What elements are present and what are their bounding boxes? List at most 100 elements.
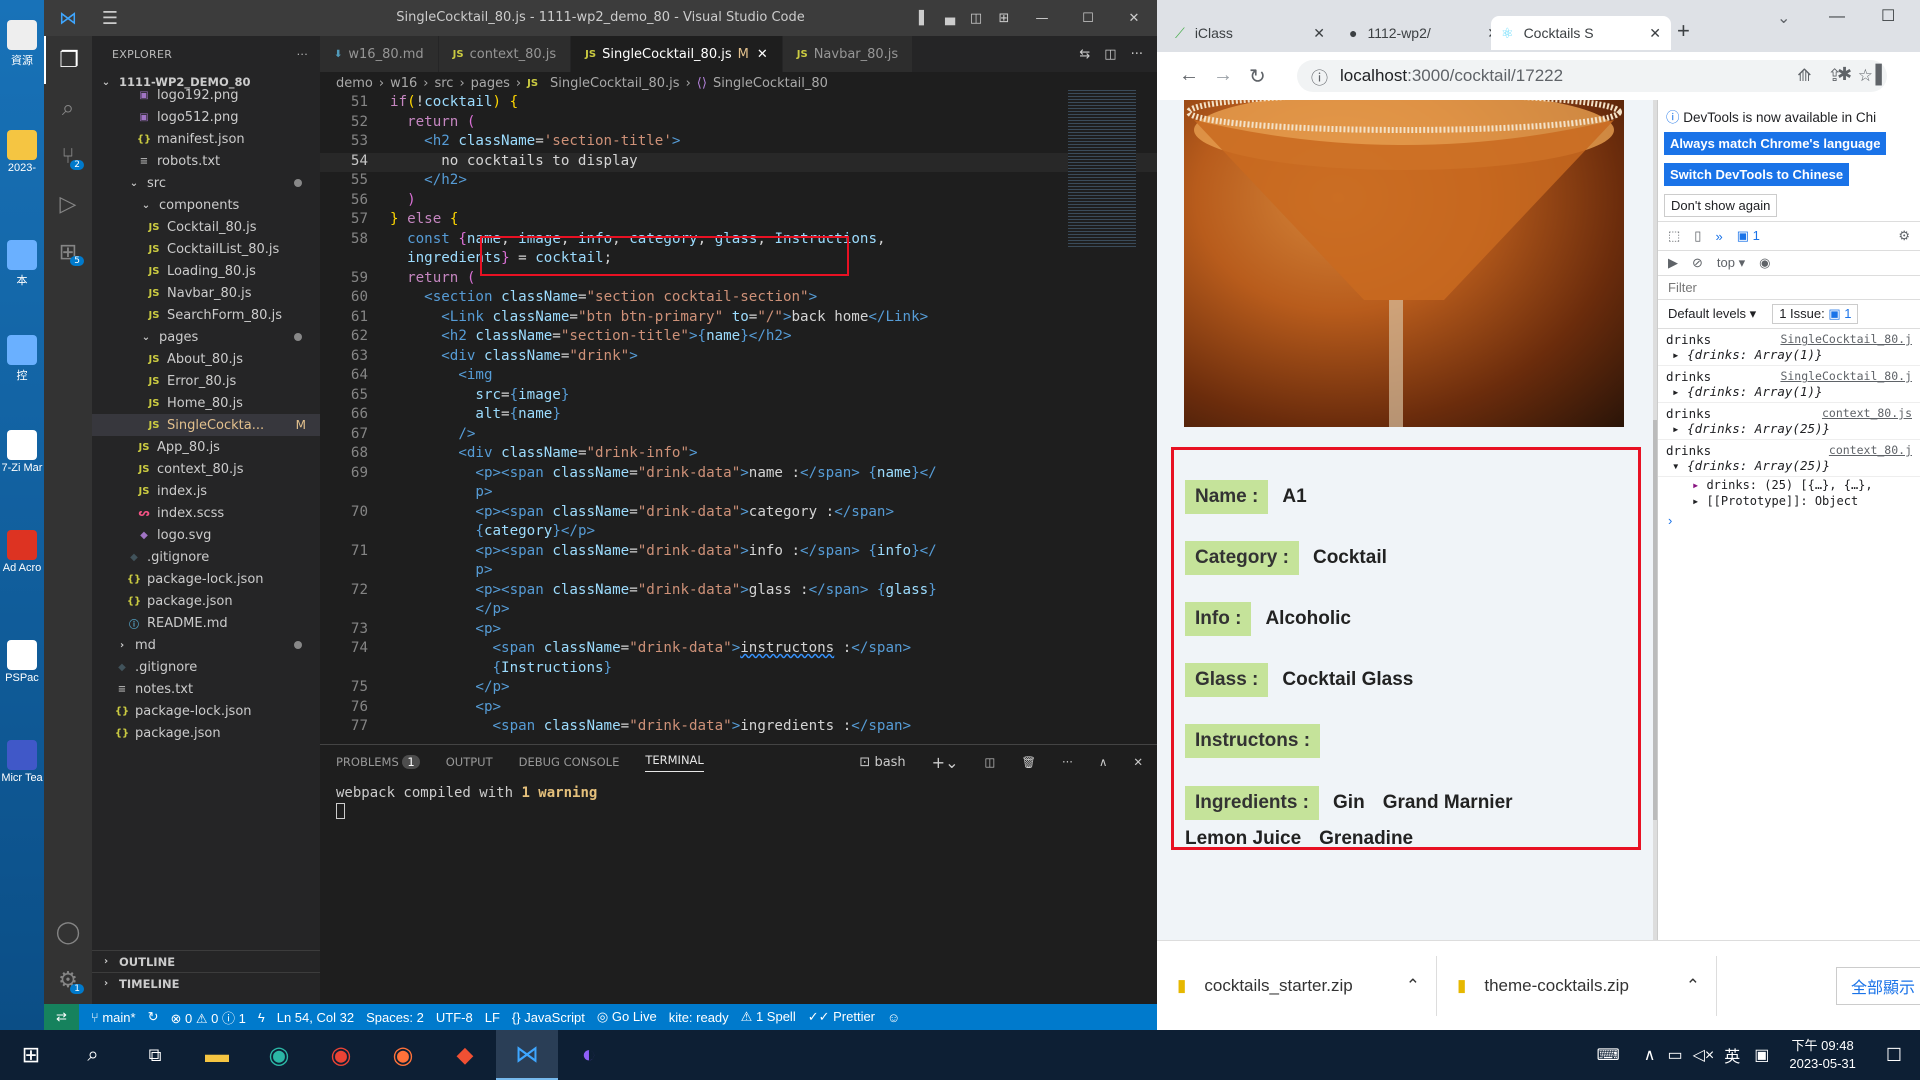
log-source-link[interactable]: context_80.j: [1829, 443, 1912, 458]
keyboard-icon[interactable]: ⌨: [1597, 1045, 1620, 1065]
language-mode[interactable]: {} JavaScript: [512, 1010, 585, 1025]
extensions-icon[interactable]: ✱: [1837, 64, 1852, 85]
ime-indicator[interactable]: 英: [1724, 1043, 1740, 1067]
source-control-icon[interactable]: ⑂ 2: [44, 132, 92, 180]
network-icon[interactable]: ▭: [1667, 1045, 1682, 1065]
breadcrumb-item[interactable]: pages: [471, 76, 510, 91]
close-panel-icon[interactable]: ✕: [1133, 755, 1143, 769]
task-view-icon[interactable]: ⧉: [124, 1030, 186, 1080]
tree-item[interactable]: JS index.js: [92, 480, 320, 502]
breadcrumb-item[interactable]: src: [434, 76, 453, 91]
tree-item[interactable]: JS Loading_80.js: [92, 260, 320, 282]
split-editor-icon[interactable]: ◫: [963, 11, 989, 26]
output-tab[interactable]: OUTPUT: [446, 755, 493, 769]
chevron-up-icon[interactable]: ⌃: [1406, 976, 1420, 996]
translate-icon[interactable]: ⟰: [1797, 66, 1811, 86]
console-filter-input[interactable]: Filter: [1658, 276, 1920, 300]
tree-item[interactable]: ᔕ index.scss: [92, 502, 320, 524]
new-terminal-icon[interactable]: +⌄: [932, 753, 959, 772]
firefox-icon[interactable]: ◉: [372, 1030, 434, 1080]
more-actions-icon[interactable]: ···: [297, 48, 308, 61]
tab-cocktails[interactable]: ⚛ Cocktails S ✕: [1491, 16, 1671, 50]
device-toolbar-icon[interactable]: ▯: [1694, 228, 1701, 244]
eol[interactable]: LF: [485, 1010, 500, 1025]
back-icon[interactable]: ←: [1179, 64, 1199, 87]
context-select[interactable]: top ▾: [1717, 255, 1745, 271]
default-levels-select[interactable]: Default levels ▾: [1668, 306, 1756, 322]
tree-item[interactable]: {} package-lock.json: [92, 700, 320, 722]
maximize-icon[interactable]: ☐: [1881, 6, 1895, 26]
toggle-panel-icon[interactable]: ▄: [937, 11, 963, 26]
breadcrumb-item[interactable]: SingleCocktail_80.js: [550, 76, 680, 91]
desktop-icon[interactable]: 7-Zi Mar: [0, 430, 44, 474]
messages-badge[interactable]: ▣ 1: [1737, 228, 1760, 244]
split-editor-icon[interactable]: ◫: [1104, 47, 1116, 62]
tree-item[interactable]: JS SingleCockta... M: [92, 414, 320, 436]
live-expression-icon[interactable]: ◉: [1759, 255, 1770, 271]
problems-tab[interactable]: PROBLEMS 1: [336, 755, 420, 769]
app-icon[interactable]: ◐: [558, 1030, 620, 1080]
log-source-link[interactable]: SingleCocktail_80.j: [1780, 369, 1912, 384]
console-log-entry[interactable]: drinks context_80.j ▾ {drinks: Array(25)}: [1658, 440, 1920, 477]
tree-item[interactable]: JS Cocktail_80.js: [92, 216, 320, 238]
chevron-up-icon[interactable]: ⌃: [1686, 976, 1700, 996]
feedback-icon[interactable]: ☺: [887, 1010, 900, 1025]
more-tabs-icon[interactable]: »: [1715, 229, 1722, 244]
info-icon[interactable]: ⓘ: [1311, 64, 1328, 89]
reload-icon[interactable]: ↻: [1249, 64, 1266, 89]
dont-show-again-button[interactable]: Don't show again: [1664, 194, 1778, 217]
desktop-icon[interactable]: 本: [0, 240, 44, 288]
minimize-icon[interactable]: —: [1829, 8, 1845, 26]
tree-item[interactable]: JS Error_80.js: [92, 370, 320, 392]
expand-arrow-icon[interactable]: ▾: [1672, 458, 1680, 473]
minimap[interactable]: [1068, 88, 1136, 248]
search-icon[interactable]: ⌕: [44, 84, 92, 132]
tree-item[interactable]: › md: [92, 634, 320, 656]
debug-console-tab[interactable]: DEBUG CONSOLE: [519, 755, 620, 769]
indentation[interactable]: Spaces: 2: [366, 1010, 424, 1025]
terminal-tab[interactable]: TERMINAL: [645, 753, 704, 772]
tab-close-icon[interactable]: ✕: [757, 47, 768, 62]
sidebar-toggle-icon[interactable]: ▶: [1668, 255, 1678, 271]
tree-item[interactable]: ⌄ pages: [92, 326, 320, 348]
log-source-link[interactable]: context_80.js: [1822, 406, 1912, 421]
file-explorer-icon[interactable]: ▬: [186, 1030, 248, 1080]
desktop-icon[interactable]: 資源: [0, 20, 44, 68]
toggle-sidebar-icon[interactable]: ▌: [911, 11, 937, 26]
sync-icon[interactable]: ↻: [148, 1009, 159, 1025]
console-log-entry[interactable]: drinks SingleCocktail_80.j ▸ {drinks: Arra…: [1658, 366, 1920, 403]
tree-item[interactable]: ◆ logo.svg: [92, 524, 320, 546]
vscode-taskbar-icon[interactable]: ⋈: [496, 1030, 558, 1080]
volume-icon[interactable]: ◁×: [1693, 1045, 1715, 1065]
tree-item[interactable]: ≡ robots.txt: [92, 150, 320, 172]
chrome-icon[interactable]: ◉: [310, 1030, 372, 1080]
remote-icon[interactable]: ⇄: [44, 1004, 79, 1030]
tree-item[interactable]: JS Navbar_80.js: [92, 282, 320, 304]
tab-close-icon[interactable]: ✕: [1313, 25, 1325, 42]
always-match-language-button[interactable]: Always match Chrome's language: [1664, 132, 1887, 155]
ime-mode-icon[interactable]: ▣: [1754, 1045, 1769, 1065]
tree-item[interactable]: ≡ notes.txt: [92, 678, 320, 700]
clock[interactable]: 下午 09:48 2023-05-31: [1789, 1037, 1856, 1073]
editor-tab[interactable]: JS SingleCocktail_80.js M ✕: [571, 36, 783, 72]
editor-tab[interactable]: JS Navbar_80.js: [782, 36, 914, 72]
menu-icon[interactable]: ☰: [92, 8, 128, 29]
tab-search-icon[interactable]: ⌄: [1777, 8, 1790, 28]
trash-icon[interactable]: 🗑: [1021, 755, 1036, 769]
tab-iclass[interactable]: ⟋ iClass ✕: [1165, 16, 1335, 50]
split-terminal-icon[interactable]: ◫: [984, 755, 995, 769]
tree-item[interactable]: {} manifest.json: [92, 128, 320, 150]
download-item[interactable]: ▮ cocktails_starter.zip ⌃: [1157, 955, 1437, 1016]
breadcrumb-item[interactable]: demo: [336, 76, 373, 91]
outline-header[interactable]: › OUTLINE: [92, 950, 320, 972]
issues-button[interactable]: 1 Issue: ▣ 1: [1772, 304, 1859, 324]
log-source-link[interactable]: SingleCocktail_80.j: [1780, 332, 1912, 347]
tree-item[interactable]: ◆ .gitignore: [92, 656, 320, 678]
encoding[interactable]: UTF-8: [436, 1010, 473, 1025]
console-log-entry[interactable]: drinks SingleCocktail_80.j ▸ {drinks: Arra…: [1658, 329, 1920, 366]
switch-devtools-chinese-button[interactable]: Switch DevTools to Chinese: [1664, 163, 1850, 186]
expand-arrow-icon[interactable]: ▸: [1672, 384, 1680, 399]
breadcrumb-item[interactable]: SingleCocktail_80: [713, 76, 828, 91]
terminal-shell-icon[interactable]: ⊡ bash: [859, 755, 905, 770]
editor-tab[interactable]: JS context_80.js: [438, 36, 572, 72]
